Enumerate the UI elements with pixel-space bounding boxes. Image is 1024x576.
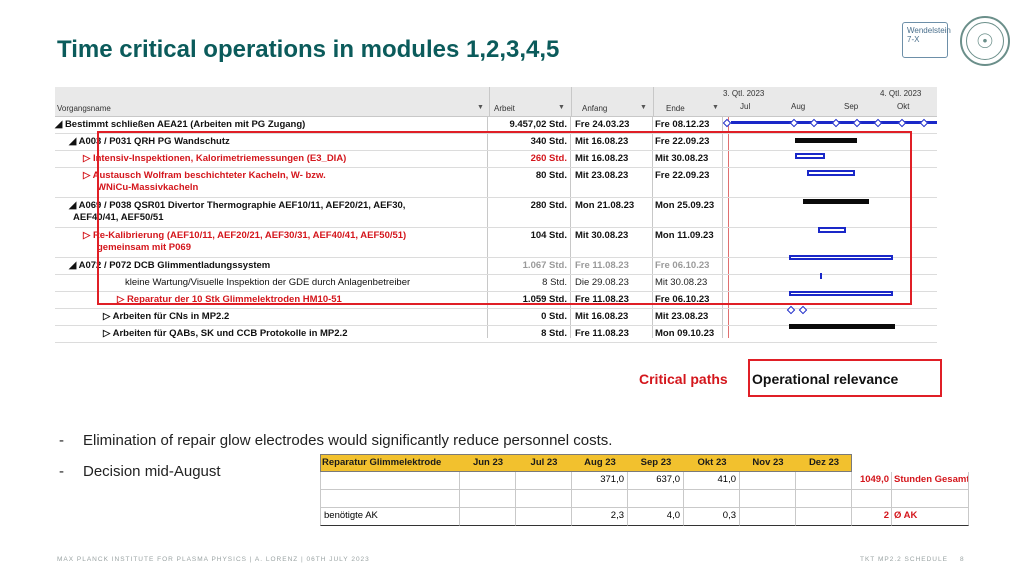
legend-critical-paths: Critical paths (639, 371, 728, 387)
sheet-cell[interactable] (572, 490, 628, 508)
month-label: Jul (740, 102, 751, 111)
critical-highlight-box (97, 131, 912, 305)
sheet-header-cell: Okt 23 (697, 457, 727, 468)
sheet-header-cell: Reparatur Glimmelektrode (322, 457, 442, 468)
month-label: Aug (791, 102, 806, 111)
sheet-total-ak[interactable]: 2 (852, 508, 892, 526)
sheet-cell[interactable] (796, 490, 852, 508)
sheet-cell[interactable]: 4,0 (628, 508, 684, 526)
wendelstein-logo-text: Wendelstein 7-X (907, 26, 951, 44)
max-planck-logo: ☉ (960, 16, 1010, 66)
sheet-header-cell: Aug 23 (584, 457, 616, 468)
sheet-cell[interactable] (516, 490, 572, 508)
sheet-cell[interactable] (320, 472, 460, 490)
cost-spreadsheet: Reparatur Glimmelektrode Jun 23 Jul 23 A… (320, 454, 969, 526)
sheet-cell[interactable] (460, 472, 516, 490)
page-number: 8 (960, 556, 964, 563)
col-header-name[interactable]: Vorgangsname ▼ (55, 87, 487, 117)
sheet-cell[interactable] (516, 472, 572, 490)
sheet-cell[interactable]: 41,0 (684, 472, 740, 490)
footer-right: TKT MP2.2 SCHEDULE (860, 556, 948, 563)
sheet-cell[interactable] (892, 490, 969, 508)
gantt-header: Vorgangsname ▼ Arbeit ▼ Anfang ▼ Ende ▼ … (55, 87, 937, 117)
sheet-cell[interactable] (516, 508, 572, 526)
sheet-total-hours[interactable]: 1049,0 (852, 472, 892, 490)
col-header-work[interactable]: Arbeit ▼ (489, 87, 569, 117)
sheet-cell[interactable] (460, 508, 516, 526)
sheet-cell[interactable] (852, 490, 892, 508)
col-end-label: Ende (666, 104, 685, 113)
sheet-total-ak-label: Ø AK (892, 508, 969, 526)
sheet-header-cell: Jun 23 (472, 457, 504, 468)
sheet-header-cell: Jul 23 (530, 457, 558, 468)
sheet-total-hours-label: Stunden Gesamt (892, 472, 969, 490)
col-header-start[interactable]: Anfang ▼ (571, 87, 651, 117)
sheet-cell[interactable] (796, 508, 852, 526)
col-work-label: Arbeit (494, 104, 515, 113)
dropdown-arrow-icon[interactable]: ▼ (712, 104, 719, 111)
minerva-icon: ☉ (966, 22, 1004, 60)
dropdown-arrow-icon[interactable]: ▼ (640, 104, 647, 111)
sheet-cell[interactable] (740, 472, 796, 490)
sheet-cell[interactable]: 637,0 (628, 472, 684, 490)
sheet-cell[interactable]: 2,3 (572, 508, 628, 526)
sheet-header-cell: Nov 23 (752, 457, 784, 468)
month-label: Okt (897, 102, 910, 111)
sheet-cell[interactable]: 0,3 (684, 508, 740, 526)
sheet-header-cell: Sep 23 (640, 457, 672, 468)
sheet-ak-label: benötigte AK (320, 508, 460, 526)
sheet-cell[interactable] (628, 490, 684, 508)
quarter-label: 3. Qtl. 2023 (723, 89, 765, 98)
gantt-bar[interactable] (789, 324, 895, 329)
col-name-label: Vorgangsname (57, 104, 111, 113)
quarter-label: 4. Qtl. 2023 (880, 89, 922, 98)
sheet-cell[interactable] (796, 472, 852, 490)
sheet-header-cell: Dez 23 (808, 457, 840, 468)
col-start-label: Anfang (582, 104, 608, 113)
sheet-cell[interactable]: 371,0 (572, 472, 628, 490)
footer-left: MAX PLANCK INSTITUTE FOR PLASMA PHYSICS … (57, 556, 370, 563)
dropdown-arrow-icon[interactable]: ▼ (558, 104, 565, 111)
sheet-cell[interactable] (740, 508, 796, 526)
col-header-end[interactable]: Ende ▼ (653, 87, 723, 117)
month-label: Sep (844, 102, 859, 111)
slide-title: Time critical operations in modules 1,2,… (57, 36, 560, 63)
legend-operational-relevance: Operational relevance (752, 371, 899, 387)
sheet-cell[interactable] (460, 490, 516, 508)
sheet-cell[interactable] (684, 490, 740, 508)
wendelstein-logo: Wendelstein 7-X (902, 22, 951, 58)
dropdown-arrow-icon[interactable]: ▼ (477, 104, 484, 111)
sheet-cell[interactable] (740, 490, 796, 508)
sheet-cell[interactable] (320, 490, 460, 508)
